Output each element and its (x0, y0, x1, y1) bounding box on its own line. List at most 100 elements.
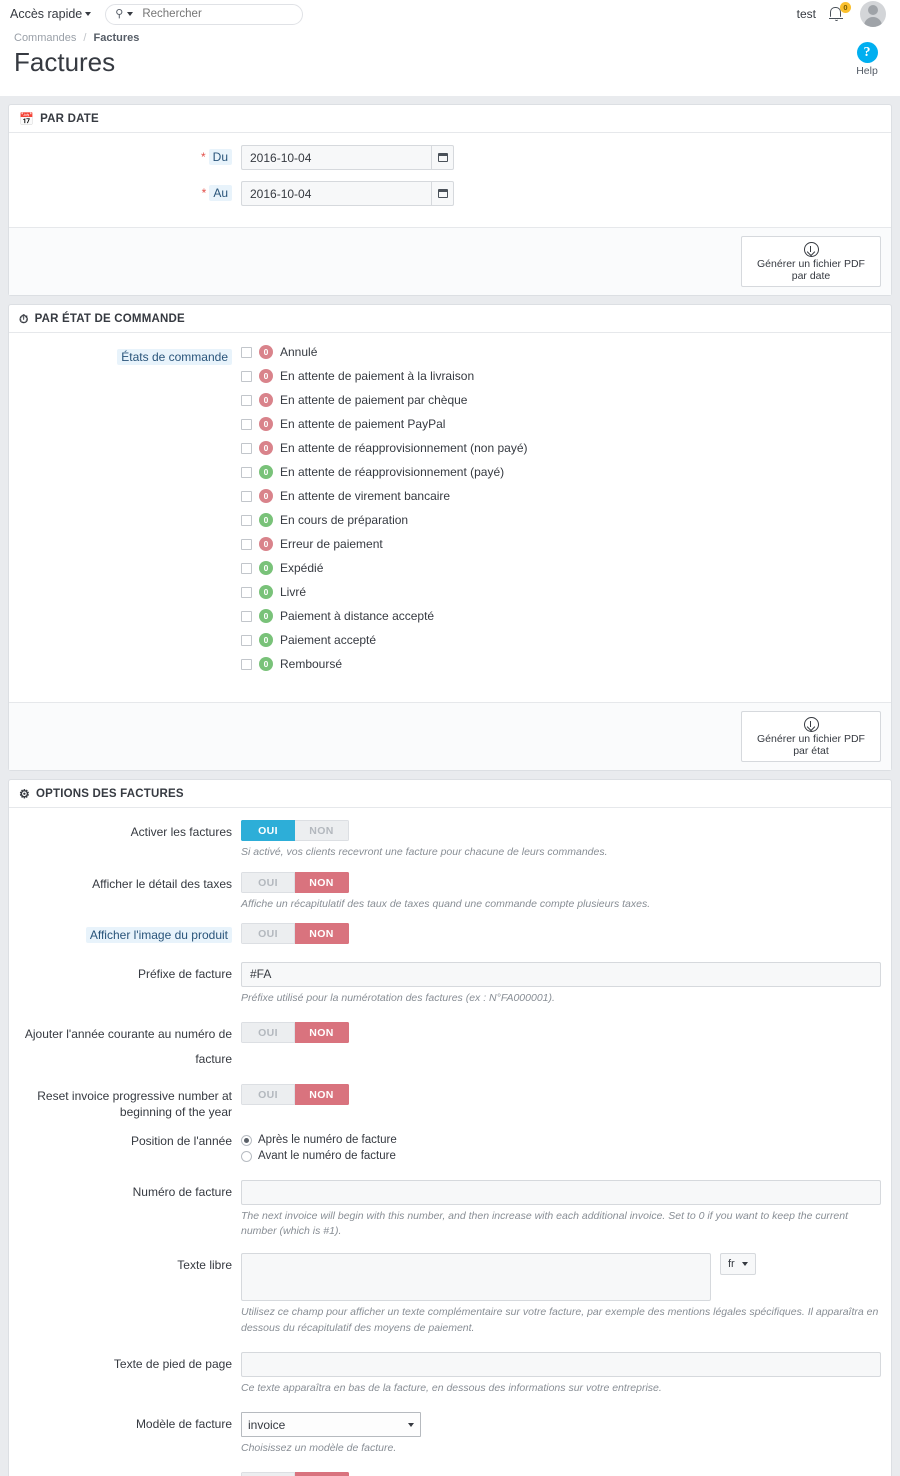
panel-by-order-state-header: ⏱ PAR ÉTAT DE COMMANDE (9, 305, 891, 334)
date-to-calendar-button[interactable] (431, 181, 454, 207)
order-state-row: 0 En attente de réapprovisionnement (payé… (241, 465, 881, 480)
order-state-label: En cours de préparation (280, 513, 409, 528)
date-to-label-wrap: * Au (19, 181, 241, 206)
panel-by-date-title: PAR DATE (40, 113, 99, 126)
generate-pdf-by-date-label: Générer un fichier PDF par date (757, 258, 865, 282)
reset-year-yes[interactable]: OUI (241, 1084, 295, 1106)
order-state-row: 0 Erreur de paiement (241, 537, 881, 552)
add-year-no[interactable]: NON (295, 1022, 349, 1044)
search-box[interactable]: ⚲ (105, 3, 304, 25)
chevron-down-icon (85, 12, 92, 16)
order-state-checkbox[interactable] (241, 634, 252, 646)
search-input[interactable] (140, 7, 294, 21)
tax-detail-no[interactable]: NON (295, 871, 349, 893)
radio-icon[interactable] (241, 1134, 252, 1146)
free-text-hint: Utilisez ce champ pour afficher un texte… (241, 1306, 879, 1334)
order-state-count-badge: 0 (259, 633, 273, 648)
form-row-reset-year: Reset invoice progressive number at begi… (19, 1084, 881, 1120)
quick-access-menu[interactable]: Accès rapide (10, 7, 92, 21)
search-icon: ⚲ (115, 7, 124, 20)
product-image-toggle[interactable]: OUI NON (241, 922, 349, 944)
product-image-yes[interactable]: OUI (241, 922, 295, 944)
order-state-checkbox[interactable] (241, 442, 252, 454)
page-title: Factures (14, 47, 116, 77)
invoice-prefix-control: Préfixe utilisé pour la numérotation des… (241, 961, 881, 1006)
tax-detail-yes[interactable]: OUI (241, 871, 295, 893)
calendar-icon: 📅 (19, 112, 35, 127)
top-nav-right-cluster: test 0 (797, 1, 890, 27)
calendar-icon (437, 153, 448, 163)
year-position-option-label: Avant le numéro de facture (258, 1150, 396, 1163)
product-image-no[interactable]: NON (295, 922, 349, 944)
help-button[interactable]: ? Help (844, 42, 890, 77)
reset-year-no[interactable]: NON (295, 1084, 349, 1106)
order-state-count-badge: 0 (259, 465, 273, 480)
invoice-model-selected-value: invoice (248, 1417, 286, 1432)
invoice-prefix-label: Préfixe de facture (137, 966, 232, 981)
order-state-checkbox[interactable] (241, 538, 252, 550)
generate-pdf-by-state-button[interactable]: Générer un fichier PDF par état (741, 711, 881, 763)
order-state-checkbox[interactable] (241, 346, 252, 358)
invoice-number-input[interactable] (241, 1180, 881, 1206)
order-state-checkbox[interactable] (241, 394, 252, 406)
order-state-checkbox[interactable] (241, 610, 252, 622)
enable-invoices-toggle[interactable]: OUI NON (241, 820, 349, 842)
order-state-checkbox[interactable] (241, 514, 252, 526)
add-year-yes[interactable]: OUI (241, 1022, 295, 1044)
product-image-control: OUI NON (241, 922, 881, 948)
year-position-label: Position de l'année (130, 1134, 232, 1149)
year-position-option[interactable]: Après le numéro de facture (241, 1134, 881, 1146)
order-state-checkbox[interactable] (241, 490, 252, 502)
invoice-model-hint: Choisissez un modèle de facture. (241, 1442, 397, 1455)
gears-icon: ⚙ (19, 787, 30, 802)
order-state-checkbox[interactable] (241, 586, 252, 598)
tax-detail-toggle[interactable]: OUI NON (241, 871, 349, 893)
order-states-label-wrap: États de commande (19, 345, 241, 681)
date-to-input[interactable] (241, 181, 431, 207)
order-state-row: 0 Annulé (241, 345, 881, 360)
radio-icon[interactable] (241, 1150, 252, 1162)
footer-text-input[interactable] (241, 1351, 881, 1377)
free-text-textarea[interactable] (241, 1253, 711, 1302)
reset-year-control: OUI NON (241, 1084, 881, 1120)
footer-text-control: Ce texte apparaîtra en bas de la facture… (241, 1351, 881, 1396)
disk-cache-toggle[interactable]: OUI NON (241, 1472, 349, 1476)
date-to-group (241, 181, 881, 207)
footer-text-hint: Ce texte apparaîtra en bas de la facture… (241, 1381, 662, 1394)
free-text-control: fr Utilisez ce champ pour afficher un te… (241, 1253, 881, 1335)
date-from-label: Du (208, 149, 232, 166)
order-state-checkbox[interactable] (241, 562, 252, 574)
search-scope-chevron-down-icon[interactable] (127, 12, 134, 16)
enable-invoices-label: Activer les factures (130, 825, 232, 840)
avatar[interactable] (860, 1, 886, 27)
order-state-label: Annulé (280, 345, 318, 360)
date-from-calendar-button[interactable] (431, 145, 454, 171)
order-state-checkbox[interactable] (241, 418, 252, 430)
order-state-checkbox[interactable] (241, 370, 252, 382)
enable-invoices-control: OUI NON Si activé, vos clients recevront… (241, 820, 881, 860)
date-from-input[interactable] (241, 145, 431, 171)
breadcrumb: Commandes / Factures (14, 32, 886, 44)
order-states-list: 0 Annulé 0 En attente de paiement à la livr… (241, 345, 881, 681)
notifications-button[interactable]: 0 (828, 2, 851, 24)
order-state-checkbox[interactable] (241, 466, 252, 478)
order-state-checkbox[interactable] (241, 658, 252, 670)
breadcrumb-parent[interactable]: Commandes (14, 32, 76, 44)
generate-pdf-by-date-button[interactable]: Générer un fichier PDF par date (741, 236, 881, 288)
add-year-toggle[interactable]: OUI NON (241, 1022, 349, 1044)
year-position-option[interactable]: Avant le numéro de facture (241, 1150, 881, 1162)
form-row-free-text: Texte libre fr Utilisez ce champ pour af… (19, 1253, 881, 1335)
order-state-label: En attente de paiement PayPal (280, 417, 446, 432)
free-text-language-selector[interactable]: fr (720, 1253, 756, 1276)
disk-cache-yes[interactable]: OUI (241, 1472, 295, 1476)
reset-year-toggle[interactable]: OUI NON (241, 1084, 349, 1106)
order-state-row: 0 Expédié (241, 561, 881, 576)
invoice-model-select[interactable]: invoice (241, 1412, 421, 1438)
quick-access-label: Accès rapide (10, 7, 83, 21)
enable-invoices-yes[interactable]: OUI (241, 820, 295, 842)
invoice-prefix-input[interactable] (241, 961, 881, 987)
disk-cache-no[interactable]: NON (295, 1472, 349, 1476)
enable-invoices-no[interactable]: NON (295, 820, 349, 842)
invoice-number-hint: The next invoice will begin with this nu… (241, 1210, 849, 1238)
order-state-row: 0 En attente de paiement PayPal (241, 417, 881, 432)
